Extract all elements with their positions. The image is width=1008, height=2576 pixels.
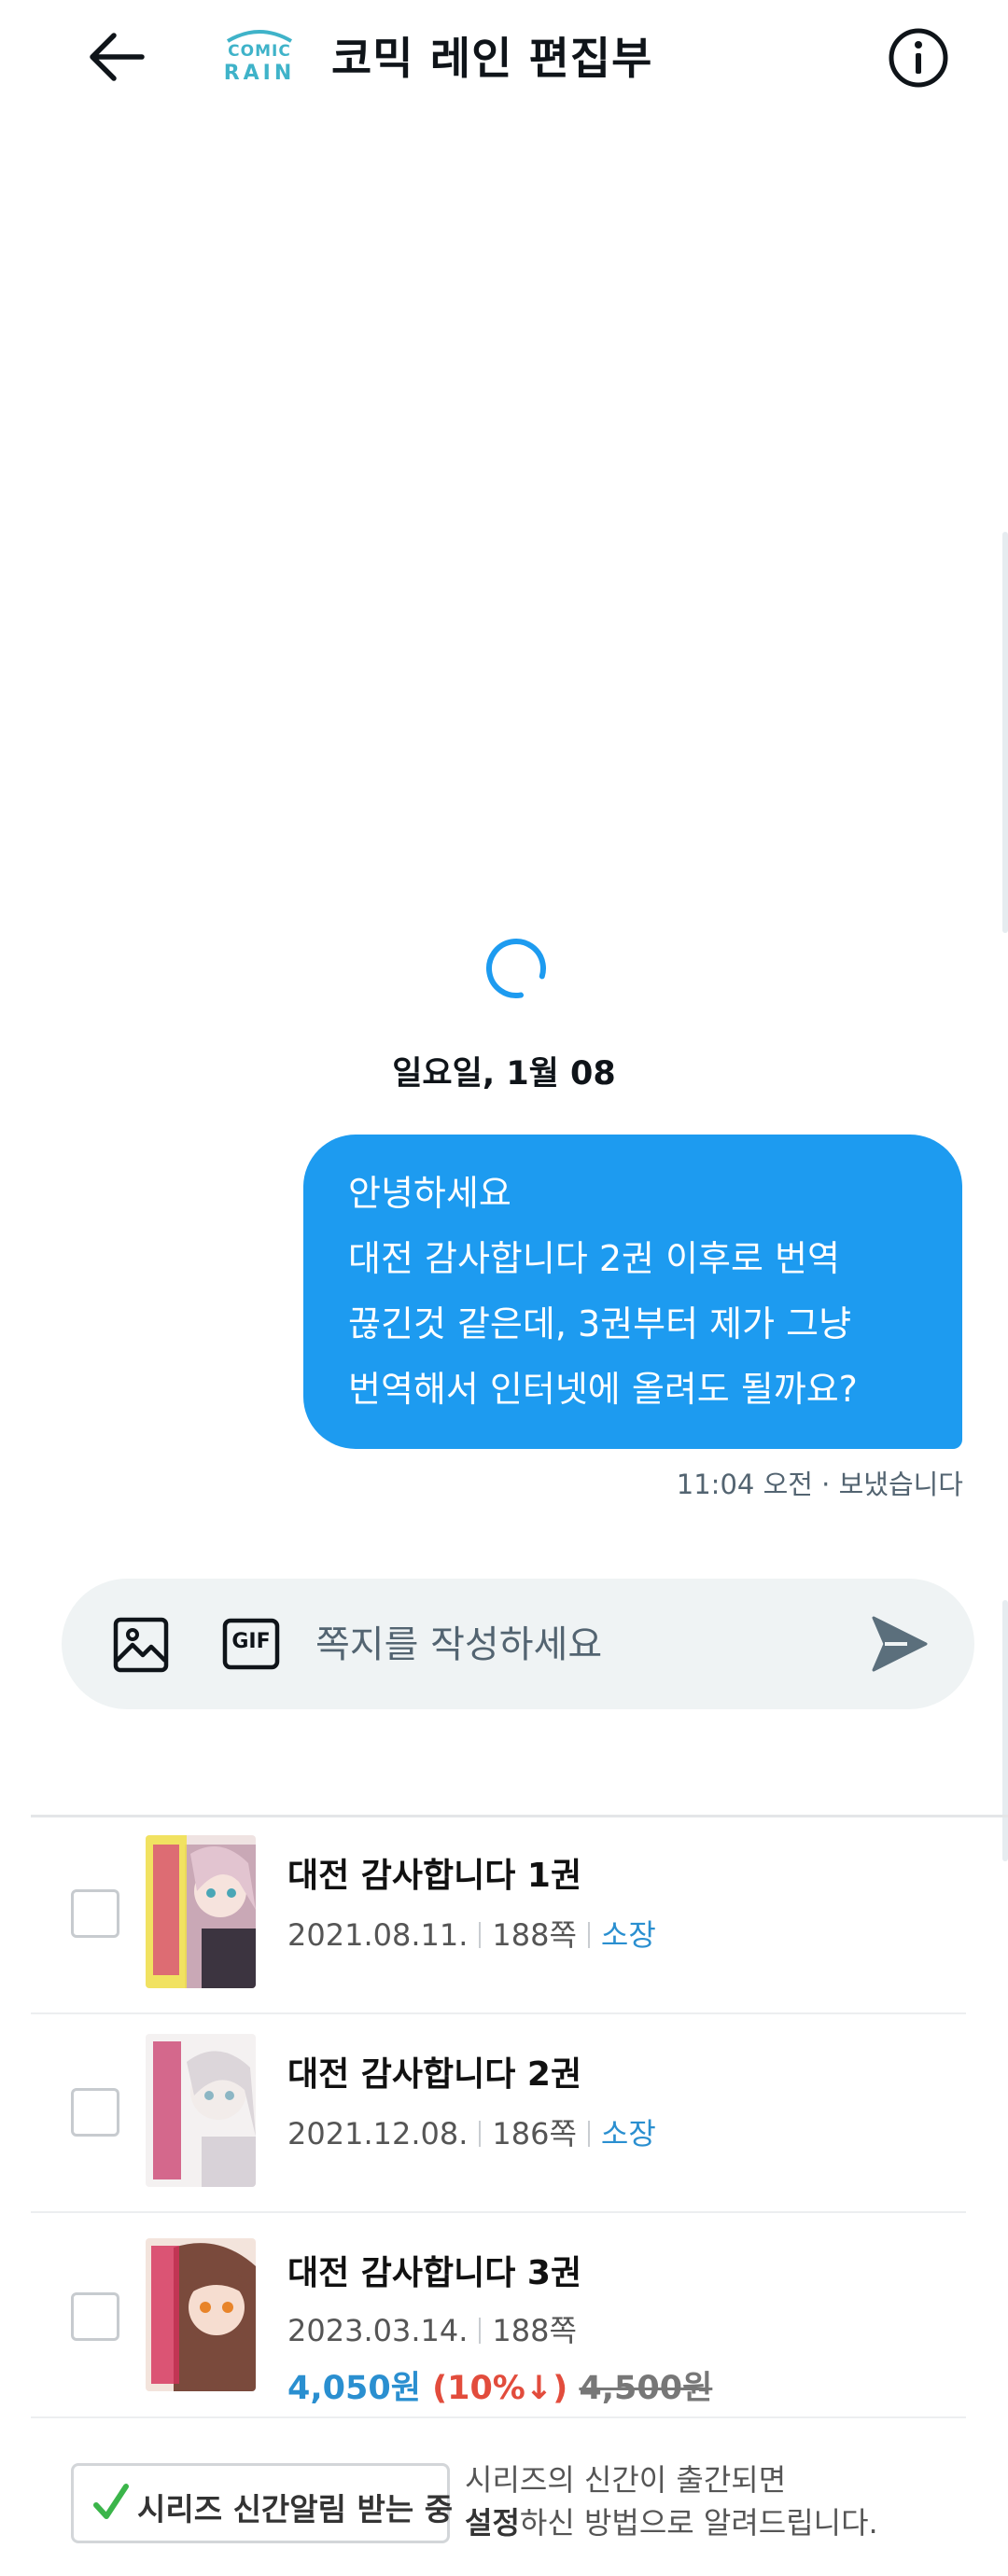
book-meta: 2021.12.08. 186쪽 소장 [287, 2110, 656, 2153]
send-icon [872, 1616, 928, 1672]
list-item[interactable]: 대전 감사합니다 2권 2021.12.08. 186쪽 소장 [0, 2013, 1008, 2209]
book-title[interactable]: 대전 감사합니다 3권 [287, 2246, 581, 2294]
arrow-left-icon [90, 33, 145, 81]
top-bar: COMIC RAIN 코믹 레인 편집부 [0, 0, 1008, 112]
add-image-button[interactable] [112, 1616, 170, 1674]
message-line: 번역해서 인터넷에 올려도 될까요? [348, 1369, 858, 1410]
scrollbar[interactable] [1002, 532, 1008, 933]
discount-rate: (10%↓) [432, 2370, 568, 2407]
comic-rain-logo: COMIC RAIN [224, 30, 296, 85]
send-button[interactable] [870, 1614, 930, 1674]
book-meta: 2021.08.11. 188쪽 소장 [287, 1912, 656, 1955]
book-date: 2021.08.11. [287, 1917, 469, 1953]
gif-label: GIF [231, 1630, 271, 1653]
book-date: 2023.03.14. [287, 2313, 469, 2348]
book-pages: 188쪽 [492, 2313, 577, 2348]
series-note-line: 시리즈의 신간이 출간되면 [465, 2462, 787, 2498]
book-cover[interactable] [146, 2034, 256, 2187]
message-input[interactable] [314, 1607, 877, 1683]
list-item[interactable]: 대전 감사합니다 3권 2023.03.14. 188쪽 4,050원 (10%↓… [0, 2212, 1008, 2408]
add-gif-button[interactable]: GIF [222, 1618, 280, 1670]
series-note-rest: 하신 방법으로 알려드립니다. [519, 2505, 878, 2541]
series-note-line: 설정하신 방법으로 알려드립니다. [465, 2501, 878, 2544]
book-pages: 188쪽 [492, 1917, 577, 1953]
price-line: 4,050원 (10%↓) 4,500원 [287, 2361, 712, 2409]
settings-link[interactable]: 설정 [465, 2505, 520, 2541]
owned-badge: 소장 [600, 2116, 656, 2151]
series-alert-label: 시리즈 신간알림 받는 중 [137, 2491, 454, 2527]
image-icon [113, 1617, 169, 1673]
book-pages: 186쪽 [492, 2116, 577, 2151]
book-meta: 2023.03.14. 188쪽 [287, 2307, 577, 2350]
book-cover[interactable] [146, 2238, 256, 2391]
owned-badge: 소장 [600, 1917, 656, 1953]
info-button[interactable] [887, 26, 950, 90]
book-checkbox[interactable] [71, 1889, 119, 1938]
date-separator: 일요일, 1월 08 [392, 1055, 616, 1093]
message-line: 대전 감사합니다 2권 이후로 번역 [348, 1238, 840, 1279]
page-title: 코믹 레인 편집부 [331, 34, 653, 85]
avatar: COMIC RAIN [213, 28, 306, 86]
message-composer: GIF [62, 1579, 974, 1709]
original-price: 4,500원 [579, 2370, 713, 2407]
svg-text:RAIN: RAIN [224, 62, 296, 85]
message-bubble[interactable]: 안녕하세요 대전 감사합니다 2권 이후로 번역 끊긴것 같은데, 3권부터 제… [303, 1135, 962, 1449]
message-timestamp: 11:04 오전 · 보냈습니다 [676, 1469, 963, 1500]
info-circle-icon [889, 28, 948, 88]
loading-spinner-icon [483, 936, 549, 1001]
row-divider [31, 2416, 966, 2418]
list-item[interactable]: 대전 감사합니다 1권 2021.08.11. 188쪽 소장 [0, 1815, 1008, 2011]
message-line: 안녕하세요 [348, 1173, 511, 1214]
sale-price: 4,050원 [287, 2370, 421, 2407]
book-checkbox[interactable] [71, 2292, 119, 2341]
series-alert-note: 시리즈의 신간이 출간되면 설정하신 방법으로 알려드립니다. [465, 2458, 878, 2544]
book-title[interactable]: 대전 감사합니다 2권 [287, 2047, 581, 2096]
book-title[interactable]: 대전 감사합니다 1권 [287, 1848, 581, 1897]
book-checkbox[interactable] [71, 2088, 119, 2137]
book-date: 2021.12.08. [287, 2116, 469, 2151]
back-button[interactable] [84, 28, 149, 86]
series-alert-button[interactable]: 시리즈 신간알림 받는 중 [71, 2463, 454, 2543]
svg-text:COMIC: COMIC [228, 42, 291, 61]
book-cover[interactable] [146, 1835, 256, 1988]
message-line: 끊긴것 같은데, 3권부터 제가 그냥 [348, 1303, 852, 1344]
checkmark-icon [93, 2484, 129, 2519]
